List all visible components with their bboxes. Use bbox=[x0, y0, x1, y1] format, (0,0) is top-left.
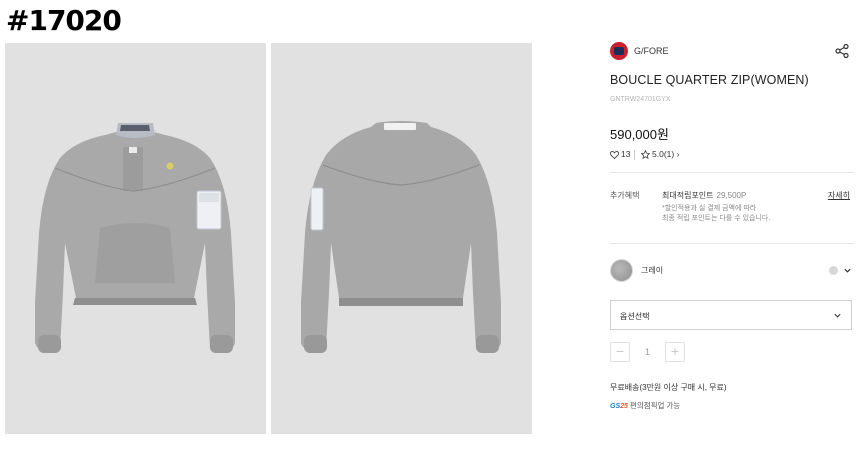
brand-logo-icon[interactable] bbox=[610, 42, 628, 60]
product-price: 590,000원 bbox=[610, 127, 669, 142]
color-swatch[interactable] bbox=[610, 259, 633, 282]
chevron-down-icon bbox=[834, 313, 841, 318]
divider bbox=[610, 172, 854, 173]
stats-divider bbox=[634, 150, 635, 160]
benefit-title: 최대적립포인트 29,500P bbox=[662, 191, 747, 200]
sweater-front-image[interactable] bbox=[5, 43, 266, 434]
rating-link[interactable]: 5.0(1) › bbox=[640, 149, 680, 160]
sweater-back-image[interactable] bbox=[271, 43, 532, 434]
store-pickup-info: GS25 편의점픽업 가능 bbox=[610, 400, 680, 411]
share-icon[interactable] bbox=[834, 43, 850, 59]
rating-value: 5.0(1) bbox=[652, 149, 675, 159]
color-name: 그레이 bbox=[641, 266, 664, 275]
chevron-down-icon[interactable] bbox=[843, 266, 852, 275]
star-icon bbox=[640, 149, 651, 160]
like-button[interactable]: 13 bbox=[609, 149, 631, 159]
brand-name[interactable]: G/FORE bbox=[634, 46, 669, 56]
quantity-value[interactable]: 1 bbox=[630, 342, 665, 362]
chevron-right-icon: › bbox=[674, 149, 680, 159]
quantity-increase-button[interactable]: + bbox=[665, 342, 685, 362]
gs25-logo: GS25 bbox=[610, 403, 628, 410]
brand-row: G/FORE bbox=[610, 42, 854, 62]
post-number-tag: #17020 bbox=[6, 4, 122, 37]
color-indicator-dot bbox=[829, 266, 838, 275]
product-code: GNTRW24701GYX bbox=[610, 96, 671, 103]
benefit-note: *할인적용과 실 결제 금액에 따라 최종 적립 포인트는 다를 수 있습니다. bbox=[662, 205, 771, 222]
benefit-details-link[interactable]: 자세히 bbox=[828, 190, 850, 201]
benefit-label: 추가혜택 bbox=[610, 191, 640, 200]
store-pickup-text: 편의점픽업 가능 bbox=[629, 401, 681, 410]
sweater-back-illustration bbox=[301, 121, 501, 353]
option-select-label: 옵션선택 bbox=[620, 312, 650, 321]
heart-icon bbox=[609, 150, 620, 159]
quantity-decrease-button[interactable]: − bbox=[610, 342, 630, 362]
sweater-front-illustration bbox=[35, 123, 235, 353]
product-title: BOUCLE QUARTER ZIP(WOMEN) bbox=[610, 73, 809, 87]
divider bbox=[610, 243, 854, 244]
benefit-points: 29,500P bbox=[716, 191, 747, 200]
shipping-info: 무료배송(3만원 이상 구매 시, 무료) bbox=[610, 383, 727, 392]
option-select-dropdown[interactable]: 옵션선택 bbox=[610, 300, 852, 330]
like-count: 13 bbox=[621, 149, 631, 159]
